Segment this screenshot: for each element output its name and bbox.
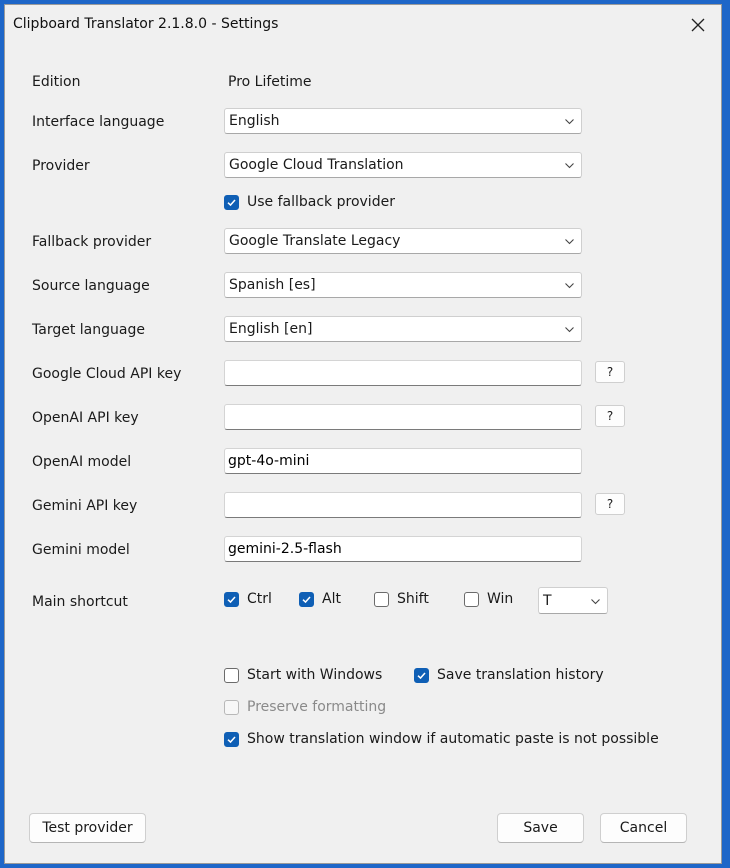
fallback-provider-value: Google Translate Legacy <box>229 233 401 249</box>
provider-select[interactable]: Google Cloud Translation <box>224 152 582 178</box>
checkbox-box <box>464 591 479 607</box>
shortcut-shift-label: Shift <box>397 591 429 607</box>
interface-language-select[interactable]: English <box>224 108 582 134</box>
edition-label: Edition <box>32 74 81 90</box>
show-translation-window-label: Show translation window if automatic pas… <box>247 731 659 747</box>
close-icon <box>691 18 705 32</box>
checkbox-box <box>414 667 429 683</box>
gemini-api-key-input[interactable] <box>224 492 582 518</box>
openai-model-label: OpenAI model <box>32 454 132 470</box>
source-language-select[interactable]: Spanish [es] <box>224 272 582 298</box>
target-language-select[interactable]: English [en] <box>224 316 582 342</box>
target-language-value: English [en] <box>229 321 313 337</box>
start-with-windows-label: Start with Windows <box>247 667 383 683</box>
checkbox-box <box>224 194 239 210</box>
source-language-label: Source language <box>32 278 150 294</box>
main-shortcut-label: Main shortcut <box>32 594 128 610</box>
checkbox-box <box>224 591 239 607</box>
target-language-label: Target language <box>32 322 145 338</box>
check-icon <box>417 671 426 679</box>
gemini-model-label: Gemini model <box>32 542 130 558</box>
google-cloud-api-key-input[interactable] <box>224 360 582 386</box>
gemini-model-input[interactable] <box>224 536 582 562</box>
gemini-api-key-help-button[interactable]: ? <box>595 493 625 515</box>
shortcut-alt-label: Alt <box>322 591 341 607</box>
shortcut-key-select[interactable]: T <box>538 587 608 614</box>
show-translation-window-checkbox[interactable]: Show translation window if automatic pas… <box>224 731 659 747</box>
checkbox-box <box>224 699 239 715</box>
interface-language-value: English <box>229 113 280 129</box>
chevron-down-icon <box>565 239 574 245</box>
close-button[interactable] <box>675 5 721 45</box>
chevron-down-icon <box>565 327 574 333</box>
shortcut-alt-checkbox[interactable]: Alt <box>299 591 341 607</box>
fallback-provider-select[interactable]: Google Translate Legacy <box>224 228 582 254</box>
window-title: Clipboard Translator 2.1.8.0 - Settings <box>13 16 279 32</box>
checkbox-box <box>299 591 314 607</box>
shortcut-win-checkbox[interactable]: Win <box>464 591 513 607</box>
google-cloud-api-key-help-button[interactable]: ? <box>595 361 625 383</box>
title-bar: Clipboard Translator 2.1.8.0 - Settings <box>5 5 721 45</box>
shortcut-key-value: T <box>543 593 552 609</box>
chevron-down-icon <box>591 599 600 605</box>
checkbox-box <box>224 731 239 747</box>
openai-api-key-input[interactable] <box>224 404 582 430</box>
interface-language-label: Interface language <box>32 114 165 130</box>
settings-window: Clipboard Translator 2.1.8.0 - Settings … <box>4 4 722 864</box>
fallback-provider-label: Fallback provider <box>32 234 152 250</box>
source-language-value: Spanish [es] <box>229 277 316 293</box>
chevron-down-icon <box>565 163 574 169</box>
check-icon <box>227 595 236 603</box>
checkbox-box <box>224 667 239 683</box>
start-with-windows-checkbox[interactable]: Start with Windows <box>224 667 382 683</box>
preserve-formatting-label: Preserve formatting <box>247 699 387 715</box>
chevron-down-icon <box>565 119 574 125</box>
checkbox-box <box>374 591 389 607</box>
shortcut-ctrl-label: Ctrl <box>247 591 272 607</box>
openai-api-key-label: OpenAI API key <box>32 410 139 426</box>
save-button[interactable]: Save <box>497 813 584 843</box>
google-cloud-api-key-label: Google Cloud API key <box>32 366 182 382</box>
chevron-down-icon <box>565 283 574 289</box>
shortcut-win-label: Win <box>487 591 514 607</box>
cancel-button[interactable]: Cancel <box>600 813 687 843</box>
use-fallback-checkbox[interactable]: Use fallback provider <box>224 194 395 210</box>
edition-value: Pro Lifetime <box>228 74 312 90</box>
check-icon <box>227 735 236 743</box>
check-icon <box>227 198 236 206</box>
openai-api-key-help-button[interactable]: ? <box>595 405 625 427</box>
save-history-label: Save translation history <box>437 667 604 683</box>
save-history-checkbox[interactable]: Save translation history <box>414 667 604 683</box>
gemini-api-key-label: Gemini API key <box>32 498 138 514</box>
provider-label: Provider <box>32 158 90 174</box>
preserve-formatting-checkbox: Preserve formatting <box>224 699 386 715</box>
openai-model-input[interactable] <box>224 448 582 474</box>
check-icon <box>302 595 311 603</box>
shortcut-ctrl-checkbox[interactable]: Ctrl <box>224 591 272 607</box>
test-provider-button[interactable]: Test provider <box>29 813 146 843</box>
use-fallback-label: Use fallback provider <box>247 194 395 210</box>
shortcut-shift-checkbox[interactable]: Shift <box>374 591 429 607</box>
provider-value: Google Cloud Translation <box>229 157 404 173</box>
